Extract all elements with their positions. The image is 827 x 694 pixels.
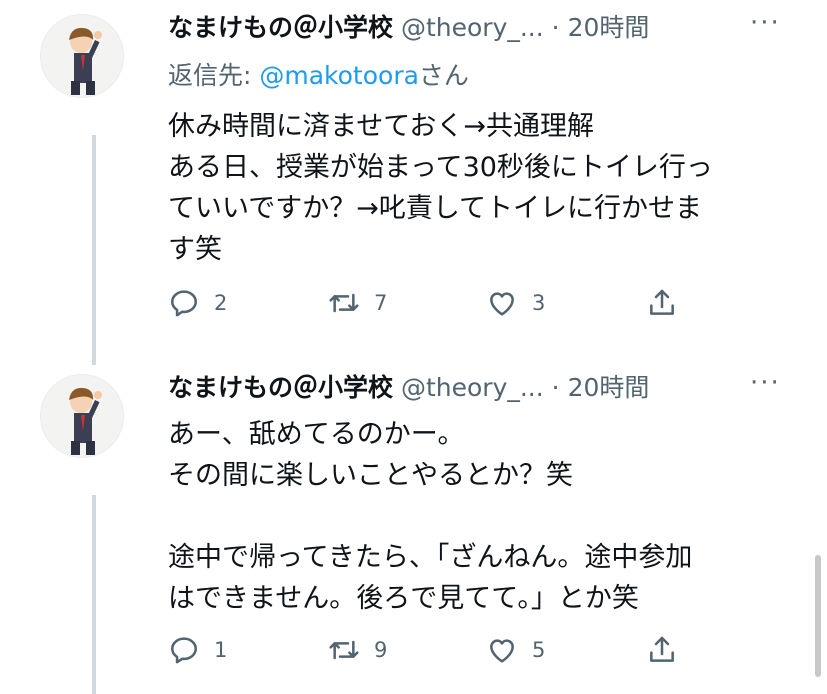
more-icon[interactable]: ··· xyxy=(750,368,781,398)
avatar[interactable] xyxy=(40,14,124,98)
separator-dot: · xyxy=(551,373,560,402)
reply-to: 返信先: @makotooraさん xyxy=(168,56,469,92)
share-icon xyxy=(650,289,674,315)
tweet-line: その間に楽しいことやるとか？笑 xyxy=(168,460,573,491)
reply-icon xyxy=(171,290,198,317)
user-handle[interactable]: @theory_... xyxy=(401,373,544,402)
tweet-line: 休み時間に済ませておく→共通理解 xyxy=(168,111,595,142)
display-name[interactable]: なまけもの＠小学校 xyxy=(168,13,393,42)
tweet-line xyxy=(168,496,692,537)
display-name[interactable]: なまけもの＠小学校 xyxy=(168,373,393,402)
retweet-count: 9 xyxy=(374,638,388,662)
retweet-count: 7 xyxy=(374,291,388,315)
retweet-icon xyxy=(329,640,359,660)
scrollbar[interactable] xyxy=(815,555,821,677)
reply-suffix: さん xyxy=(418,61,469,90)
share-button[interactable] xyxy=(646,632,678,668)
tweet-line: あー、舐めてるのかー。 xyxy=(168,419,465,450)
tweet-text: 休み時間に済ませておく→共通理解 ある日、授業が始まって30秒後にトイレ行っ て… xyxy=(168,106,713,270)
separator-dot: · xyxy=(551,13,560,42)
retweet-button[interactable]: 7 xyxy=(328,285,387,321)
tweet-line: す笑 xyxy=(168,234,222,265)
tweet-line: ある日、授業が始まって30秒後にトイレ行っ xyxy=(168,152,713,183)
tweet-header: なまけもの＠小学校 @theory_... · 20時間 xyxy=(168,368,649,404)
reply-count: 2 xyxy=(214,291,228,315)
reply-button[interactable]: 2 xyxy=(168,285,227,321)
tweet-1[interactable]: なまけもの＠小学校 @theory_... · 20時間 ··· 返信先: @m… xyxy=(0,0,827,350)
action-bar: 1 9 5 xyxy=(168,632,698,668)
like-icon xyxy=(490,292,514,316)
retweet-icon xyxy=(329,293,359,313)
reply-mention[interactable]: @makotoora xyxy=(259,61,419,90)
reply-count: 1 xyxy=(214,638,228,662)
more-icon[interactable]: ··· xyxy=(750,8,781,38)
user-handle[interactable]: @theory_... xyxy=(401,13,544,42)
share-button[interactable] xyxy=(646,285,678,321)
reply-prefix: 返信先: xyxy=(168,61,260,90)
tweet-line: はできません。後ろで見てて。」とか笑 xyxy=(168,583,639,614)
retweet-button[interactable]: 9 xyxy=(328,632,387,668)
reply-button[interactable]: 1 xyxy=(168,632,227,668)
tweet-header: なまけもの＠小学校 @theory_... · 20時間 xyxy=(168,8,649,44)
like-button[interactable]: 5 xyxy=(486,632,545,668)
like-count: 5 xyxy=(532,638,546,662)
like-icon xyxy=(490,639,514,663)
action-bar: 2 7 3 xyxy=(168,285,698,321)
tweet-text: あー、舐めてるのかー。 その間に楽しいことやるとか？笑 途中で帰ってきたら、「ざ… xyxy=(168,414,692,619)
reply-icon xyxy=(171,637,198,664)
share-icon xyxy=(650,636,674,662)
timestamp[interactable]: 20時間 xyxy=(568,13,650,42)
tweet-2[interactable]: なまけもの＠小学校 @theory_... · 20時間 ··· あー、舐めてる… xyxy=(0,362,827,694)
like-count: 3 xyxy=(532,291,546,315)
timestamp[interactable]: 20時間 xyxy=(568,373,650,402)
tweet-line: 途中で帰ってきたら、「ざんねん。途中参加 xyxy=(168,542,693,573)
like-button[interactable]: 3 xyxy=(486,285,545,321)
avatar[interactable] xyxy=(40,374,124,458)
tweet-line: ていいですか？→叱責してトイレに行かせま xyxy=(168,193,703,224)
